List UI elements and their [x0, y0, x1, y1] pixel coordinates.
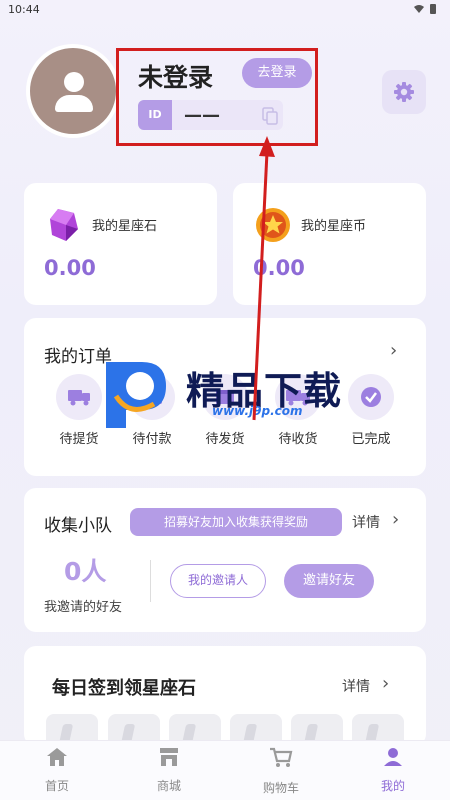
squad-card: 收集小队 招募好友加入收集获得奖励 详情 › 0人 我邀请的好友 我的邀请人 邀…: [24, 488, 426, 632]
copy-icon[interactable]: [262, 107, 278, 125]
coins-card[interactable]: 我的星座币 0.00: [233, 183, 426, 305]
avatar-body: [55, 95, 93, 112]
check-icon: [348, 374, 394, 420]
chevron-right-icon[interactable]: ›: [392, 509, 399, 530]
tab-cart[interactable]: 购物车: [246, 747, 316, 796]
id-value: ——: [184, 105, 220, 126]
gear-icon: [394, 82, 414, 102]
my-inviter-button[interactable]: 我的邀请人: [170, 564, 266, 598]
home-icon: [47, 748, 67, 766]
squad-count: 0人: [64, 557, 107, 586]
checkin-detail-link[interactable]: 详情: [342, 676, 370, 696]
tab-mine[interactable]: 我的: [358, 747, 428, 794]
gems-value: 0.00: [44, 256, 96, 280]
squad-banner[interactable]: 招募好友加入收集获得奖励: [130, 508, 342, 536]
wifi-battery-icon: [414, 4, 436, 14]
status-icons: [412, 3, 440, 18]
checkin-title: 每日签到领星座石: [52, 678, 196, 699]
star-coin-icon: [256, 208, 290, 242]
status-bar: 10:44: [0, 0, 450, 22]
tab-label: 购物车: [262, 781, 299, 795]
tab-label: 我的: [380, 779, 405, 793]
invite-friends-button[interactable]: 邀请好友: [284, 564, 374, 598]
tab-home[interactable]: 首页: [22, 747, 92, 794]
tab-label: 首页: [44, 779, 69, 793]
watermark: 精品下载 www.j9p.com: [96, 356, 352, 432]
coins-title: 我的星座币: [301, 219, 367, 234]
squad-count-label: 我邀请的好友: [44, 600, 123, 615]
id-label: ID: [138, 100, 172, 130]
gem-icon: [50, 209, 78, 241]
squad-title: 收集小队: [44, 516, 112, 536]
settings-button[interactable]: [382, 70, 426, 114]
squad-detail-link[interactable]: 详情: [352, 512, 380, 532]
login-button[interactable]: 去登录: [242, 58, 312, 88]
status-time: 10:44: [8, 3, 40, 16]
coins-value: 0.00: [253, 256, 305, 280]
chevron-right-icon[interactable]: ›: [390, 340, 397, 361]
store-icon: [160, 748, 178, 766]
login-status-title: 未登录: [138, 63, 214, 92]
watermark-logo-icon: [106, 362, 166, 428]
gems-card[interactable]: 我的星座石 0.00: [24, 183, 217, 305]
divider: [150, 560, 151, 602]
cart-icon: [270, 747, 293, 767]
gems-title: 我的星座石: [92, 219, 158, 234]
watermark-url: www.j9p.com: [212, 404, 303, 418]
user-icon: [384, 748, 402, 766]
tab-store[interactable]: 商城: [134, 747, 204, 794]
chevron-right-icon[interactable]: ›: [382, 673, 389, 694]
checkin-card: 每日签到领星座石 详情 ›: [24, 646, 426, 754]
tab-label: 商城: [156, 779, 181, 793]
avatar-head: [64, 72, 84, 92]
avatar[interactable]: [26, 44, 120, 138]
user-id-field: ID ——: [138, 100, 283, 130]
bottom-tab-bar: 首页 商城 购物车 我的: [0, 740, 450, 800]
